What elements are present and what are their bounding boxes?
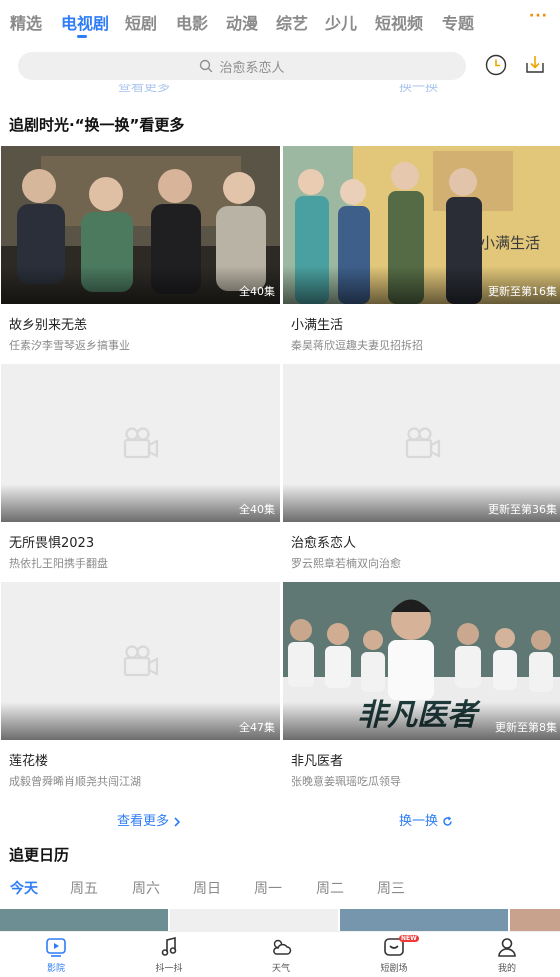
search-icon xyxy=(200,59,213,73)
prev-refresh[interactable]: 换一换 xyxy=(399,84,438,94)
episode-badge: 全47集 xyxy=(239,721,275,734)
calendar-thumbnail[interactable] xyxy=(0,909,168,933)
drama-poster-placeholder: 更新至第36集 xyxy=(283,364,560,522)
tab-movies[interactable]: 电影 xyxy=(176,10,208,34)
video-camera-icon xyxy=(123,645,159,677)
day-tab-mon[interactable]: 周一 xyxy=(254,878,282,898)
see-more-button[interactable]: 查看更多 xyxy=(117,810,181,829)
active-tab-indicator xyxy=(77,35,87,38)
nav-label: 我的 xyxy=(497,964,516,974)
drama-title: 莲花楼 xyxy=(9,754,49,769)
episode-badge: 全40集 xyxy=(239,503,275,516)
episode-badge: 更新至第36集 xyxy=(488,503,557,516)
weather-icon xyxy=(273,939,292,955)
section-title-catchup: 追剧时光·“换一换”看更多 xyxy=(9,116,185,134)
tab-variety[interactable]: 综艺 xyxy=(276,10,308,34)
tab-tv-series[interactable]: 电视剧 xyxy=(61,10,109,34)
episode-badge: 更新至第16集 xyxy=(488,285,557,298)
nav-profile[interactable]: 我的 xyxy=(477,936,537,974)
search-placeholder: 治愈系恋人 xyxy=(219,60,285,76)
section-title-calendar: 追更日历 xyxy=(9,846,70,864)
drama-subtitle: 热依扎王阳携手翻盘 xyxy=(9,557,108,570)
drama-subtitle: 张晚意姜珮瑶吃瓜领导 xyxy=(291,775,401,788)
day-tab-tue[interactable]: 周二 xyxy=(316,878,344,898)
day-tab-fri[interactable]: 周五 xyxy=(70,878,98,898)
day-tab-today[interactable]: 今天 xyxy=(10,878,38,898)
episode-badge: 更新至第8集 xyxy=(495,721,557,734)
tab-jingxuan[interactable]: 精选 xyxy=(10,10,42,34)
tab-short-drama[interactable]: 短剧 xyxy=(125,10,157,34)
drama-card[interactable]: 全47集 莲花楼 成毅曾舜晞肖顺尧共闯江湖 xyxy=(1,582,280,789)
drama-card[interactable]: 全40集 故乡别来无恙 任素汐李雪琴返乡搞事业 xyxy=(1,146,280,353)
nav-label: 抖一抖 xyxy=(155,964,183,974)
calendar-thumbnail[interactable] xyxy=(510,909,560,933)
tab-topics[interactable]: 专题 xyxy=(442,10,474,34)
day-tab-sun[interactable]: 周日 xyxy=(193,878,221,898)
drama-subtitle: 秦昊蒋欣逗趣夫妻见招拆招 xyxy=(291,339,423,352)
tab-kids[interactable]: 少儿 xyxy=(325,10,357,34)
more-menu-button[interactable]: ··· xyxy=(529,8,548,24)
drama-subtitle: 罗云熙章若楠双向治愈 xyxy=(291,557,401,570)
drama-card[interactable]: 全40集 无所畏惧2023 热依扎王阳携手翻盘 xyxy=(1,364,280,571)
drama-card[interactable]: 非凡医者 更新至第8集 非凡医者 张晚意姜珮瑶吃瓜领导 xyxy=(283,582,560,789)
drama-card[interactable]: 小满生活 更新至第16集 小满生活 秦昊蒋欣逗趣夫妻见招拆招 xyxy=(283,146,560,353)
drama-poster: 非凡医者 更新至第8集 xyxy=(283,582,560,740)
nav-cinema[interactable]: 影院 xyxy=(26,936,86,974)
drama-subtitle: 任素汐李雪琴返乡搞事业 xyxy=(9,339,130,352)
see-more-label: 查看更多 xyxy=(117,814,170,829)
history-clock-icon[interactable] xyxy=(485,54,507,76)
refresh-label: 换一换 xyxy=(399,814,439,829)
nav-label: 影院 xyxy=(46,964,65,974)
episode-badge: 全40集 xyxy=(239,285,275,298)
refresh-button[interactable]: 换一换 xyxy=(399,810,453,829)
calendar-thumbnail[interactable] xyxy=(340,909,508,933)
drama-poster: 小满生活 更新至第16集 xyxy=(283,146,560,304)
chevron-right-icon xyxy=(174,816,181,827)
prev-see-more[interactable]: 查看更多 xyxy=(118,84,170,94)
drama-title: 小满生活 xyxy=(291,318,344,333)
nav-label: 天气 xyxy=(271,964,290,974)
video-camera-icon xyxy=(123,427,159,459)
drama-title: 非凡医者 xyxy=(291,754,344,769)
drama-poster: 全40集 xyxy=(1,146,280,304)
bottom-nav-bar: 影院 抖一抖 天气 NEW 短剧场 我的 xyxy=(0,931,560,977)
tab-anime[interactable]: 动漫 xyxy=(226,10,258,34)
drama-title: 治愈系恋人 xyxy=(291,536,357,551)
nav-weather[interactable]: 天气 xyxy=(251,936,311,974)
play-icon xyxy=(46,938,66,957)
music-note-icon xyxy=(161,936,177,956)
drama-title: 故乡别来无恙 xyxy=(9,318,88,333)
previous-section-links: 查看更多 换一换 xyxy=(0,84,560,94)
nav-label: 短剧场 xyxy=(380,964,408,974)
day-tab-wed[interactable]: 周三 xyxy=(377,878,405,898)
calendar-thumbnail[interactable] xyxy=(170,909,338,933)
profile-icon xyxy=(498,938,516,957)
download-icon[interactable] xyxy=(524,53,546,75)
drama-poster-placeholder: 全47集 xyxy=(1,582,280,740)
poster-title-text: 小满生活 xyxy=(480,234,541,252)
refresh-icon xyxy=(443,816,452,826)
drama-title: 无所畏惧2023 xyxy=(9,536,95,551)
tab-short-video[interactable]: 短视频 xyxy=(375,10,423,34)
nav-shake[interactable]: 抖一抖 xyxy=(139,936,199,974)
video-camera-icon xyxy=(405,427,441,459)
nav-short-theater[interactable]: NEW 短剧场 xyxy=(364,935,424,974)
drama-subtitle: 成毅曾舜晞肖顺尧共闯江湖 xyxy=(9,775,141,788)
top-tab-bar: 精选 电视剧 短剧 电影 动漫 综艺 少儿 短视频 专题 ··· xyxy=(0,0,560,44)
search-input[interactable]: 治愈系恋人 xyxy=(18,52,466,80)
drama-poster-placeholder: 全40集 xyxy=(1,364,280,522)
drama-card[interactable]: 更新至第36集 治愈系恋人 罗云熙章若楠双向治愈 xyxy=(283,364,560,571)
new-badge: NEW xyxy=(399,935,419,942)
day-tab-sat[interactable]: 周六 xyxy=(132,878,160,898)
